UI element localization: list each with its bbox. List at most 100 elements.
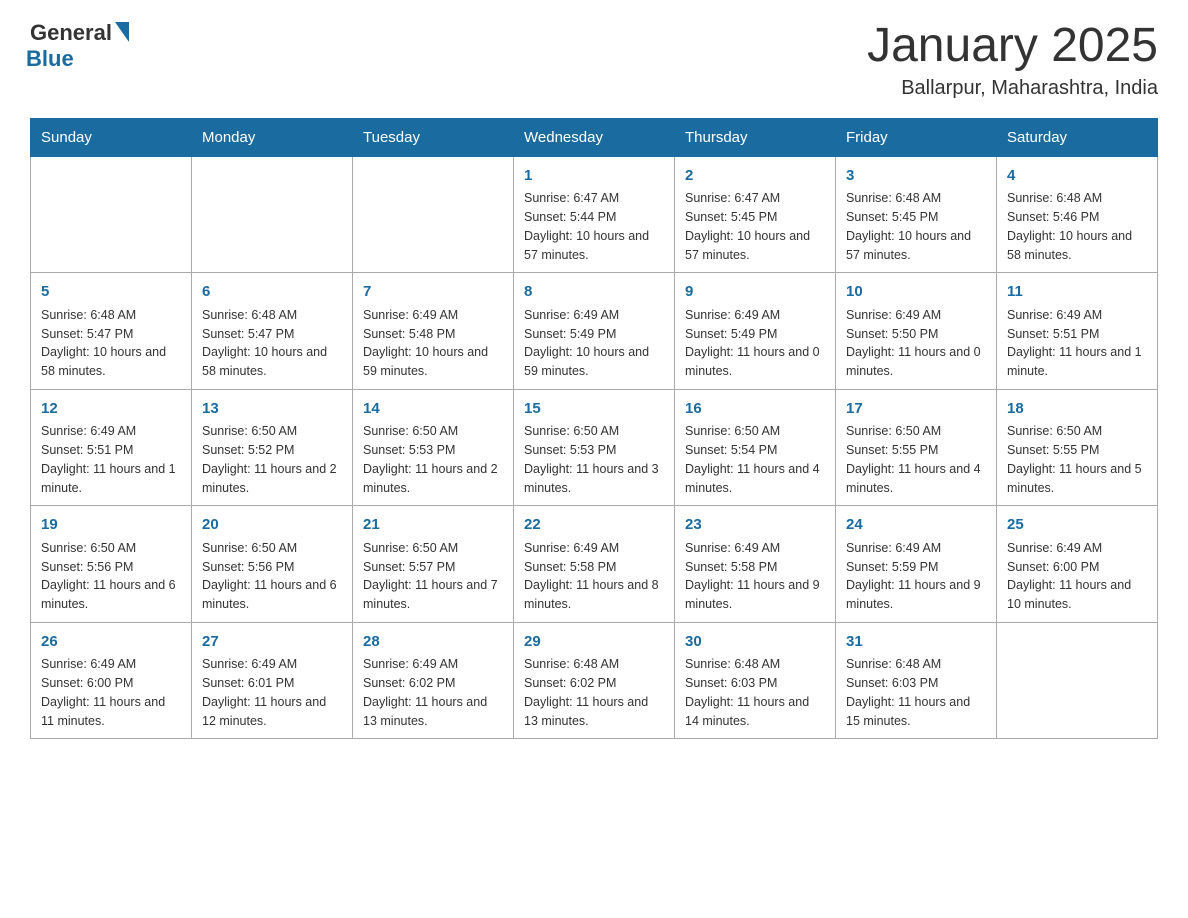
day-number: 8 (524, 281, 664, 304)
calendar-cell: 4Sunrise: 6:48 AM Sunset: 5:46 PM Daylig… (997, 156, 1158, 273)
day-number: 28 (363, 631, 503, 654)
day-number: 23 (685, 514, 825, 537)
day-number: 13 (202, 398, 342, 421)
day-number: 16 (685, 398, 825, 421)
day-number: 22 (524, 514, 664, 537)
calendar-cell: 14Sunrise: 6:50 AM Sunset: 5:53 PM Dayli… (353, 389, 514, 506)
day-info: Sunrise: 6:47 AM Sunset: 5:44 PM Dayligh… (524, 189, 664, 264)
calendar-header-thursday: Thursday (675, 118, 836, 156)
logo-blue-text: Blue (26, 46, 74, 72)
calendar-cell (353, 156, 514, 273)
day-info: Sunrise: 6:49 AM Sunset: 5:48 PM Dayligh… (363, 306, 503, 381)
day-info: Sunrise: 6:48 AM Sunset: 6:02 PM Dayligh… (524, 655, 664, 730)
day-info: Sunrise: 6:49 AM Sunset: 5:58 PM Dayligh… (524, 539, 664, 614)
day-number: 3 (846, 165, 986, 188)
calendar-header-saturday: Saturday (997, 118, 1158, 156)
day-number: 20 (202, 514, 342, 537)
day-info: Sunrise: 6:48 AM Sunset: 6:03 PM Dayligh… (846, 655, 986, 730)
calendar-cell: 15Sunrise: 6:50 AM Sunset: 5:53 PM Dayli… (514, 389, 675, 506)
day-info: Sunrise: 6:49 AM Sunset: 5:50 PM Dayligh… (846, 306, 986, 381)
day-info: Sunrise: 6:50 AM Sunset: 5:56 PM Dayligh… (202, 539, 342, 614)
calendar-week-row: 1Sunrise: 6:47 AM Sunset: 5:44 PM Daylig… (31, 156, 1158, 273)
calendar-cell (31, 156, 192, 273)
calendar-cell: 2Sunrise: 6:47 AM Sunset: 5:45 PM Daylig… (675, 156, 836, 273)
calendar-cell: 30Sunrise: 6:48 AM Sunset: 6:03 PM Dayli… (675, 622, 836, 739)
calendar-cell: 23Sunrise: 6:49 AM Sunset: 5:58 PM Dayli… (675, 506, 836, 623)
day-info: Sunrise: 6:48 AM Sunset: 5:45 PM Dayligh… (846, 189, 986, 264)
title-section: January 2025 Ballarpur, Maharashtra, Ind… (867, 20, 1158, 100)
calendar-cell: 20Sunrise: 6:50 AM Sunset: 5:56 PM Dayli… (192, 506, 353, 623)
calendar-cell: 13Sunrise: 6:50 AM Sunset: 5:52 PM Dayli… (192, 389, 353, 506)
day-number: 10 (846, 281, 986, 304)
day-number: 14 (363, 398, 503, 421)
day-number: 4 (1007, 165, 1147, 188)
day-info: Sunrise: 6:49 AM Sunset: 5:59 PM Dayligh… (846, 539, 986, 614)
calendar-cell: 28Sunrise: 6:49 AM Sunset: 6:02 PM Dayli… (353, 622, 514, 739)
calendar-header-wednesday: Wednesday (514, 118, 675, 156)
day-number: 17 (846, 398, 986, 421)
day-number: 1 (524, 165, 664, 188)
calendar-header-tuesday: Tuesday (353, 118, 514, 156)
calendar-header-friday: Friday (836, 118, 997, 156)
calendar-cell: 27Sunrise: 6:49 AM Sunset: 6:01 PM Dayli… (192, 622, 353, 739)
day-info: Sunrise: 6:50 AM Sunset: 5:55 PM Dayligh… (846, 422, 986, 497)
day-info: Sunrise: 6:50 AM Sunset: 5:55 PM Dayligh… (1007, 422, 1147, 497)
day-info: Sunrise: 6:50 AM Sunset: 5:54 PM Dayligh… (685, 422, 825, 497)
calendar-cell: 9Sunrise: 6:49 AM Sunset: 5:49 PM Daylig… (675, 273, 836, 390)
day-info: Sunrise: 6:50 AM Sunset: 5:57 PM Dayligh… (363, 539, 503, 614)
day-info: Sunrise: 6:50 AM Sunset: 5:53 PM Dayligh… (524, 422, 664, 497)
day-info: Sunrise: 6:47 AM Sunset: 5:45 PM Dayligh… (685, 189, 825, 264)
calendar-cell: 24Sunrise: 6:49 AM Sunset: 5:59 PM Dayli… (836, 506, 997, 623)
calendar-header-row: SundayMondayTuesdayWednesdayThursdayFrid… (31, 118, 1158, 156)
day-info: Sunrise: 6:49 AM Sunset: 5:58 PM Dayligh… (685, 539, 825, 614)
location-title: Ballarpur, Maharashtra, India (867, 77, 1158, 100)
day-info: Sunrise: 6:49 AM Sunset: 6:00 PM Dayligh… (1007, 539, 1147, 614)
day-info: Sunrise: 6:48 AM Sunset: 5:47 PM Dayligh… (41, 306, 181, 381)
day-number: 30 (685, 631, 825, 654)
day-number: 25 (1007, 514, 1147, 537)
calendar-header-monday: Monday (192, 118, 353, 156)
calendar-week-row: 26Sunrise: 6:49 AM Sunset: 6:00 PM Dayli… (31, 622, 1158, 739)
day-number: 15 (524, 398, 664, 421)
calendar-cell: 31Sunrise: 6:48 AM Sunset: 6:03 PM Dayli… (836, 622, 997, 739)
day-info: Sunrise: 6:48 AM Sunset: 6:03 PM Dayligh… (685, 655, 825, 730)
day-info: Sunrise: 6:50 AM Sunset: 5:53 PM Dayligh… (363, 422, 503, 497)
day-info: Sunrise: 6:49 AM Sunset: 6:02 PM Dayligh… (363, 655, 503, 730)
calendar-cell: 21Sunrise: 6:50 AM Sunset: 5:57 PM Dayli… (353, 506, 514, 623)
calendar-cell: 19Sunrise: 6:50 AM Sunset: 5:56 PM Dayli… (31, 506, 192, 623)
calendar-cell: 17Sunrise: 6:50 AM Sunset: 5:55 PM Dayli… (836, 389, 997, 506)
calendar-header-sunday: Sunday (31, 118, 192, 156)
calendar-cell: 22Sunrise: 6:49 AM Sunset: 5:58 PM Dayli… (514, 506, 675, 623)
month-title: January 2025 (867, 20, 1158, 73)
day-info: Sunrise: 6:49 AM Sunset: 6:00 PM Dayligh… (41, 655, 181, 730)
calendar-cell: 1Sunrise: 6:47 AM Sunset: 5:44 PM Daylig… (514, 156, 675, 273)
day-number: 24 (846, 514, 986, 537)
day-info: Sunrise: 6:49 AM Sunset: 5:49 PM Dayligh… (524, 306, 664, 381)
calendar-week-row: 5Sunrise: 6:48 AM Sunset: 5:47 PM Daylig… (31, 273, 1158, 390)
day-info: Sunrise: 6:49 AM Sunset: 5:49 PM Dayligh… (685, 306, 825, 381)
day-number: 6 (202, 281, 342, 304)
calendar-cell: 18Sunrise: 6:50 AM Sunset: 5:55 PM Dayli… (997, 389, 1158, 506)
day-info: Sunrise: 6:48 AM Sunset: 5:46 PM Dayligh… (1007, 189, 1147, 264)
day-info: Sunrise: 6:48 AM Sunset: 5:47 PM Dayligh… (202, 306, 342, 381)
calendar-cell: 6Sunrise: 6:48 AM Sunset: 5:47 PM Daylig… (192, 273, 353, 390)
logo-triangle-icon (115, 22, 129, 42)
day-number: 29 (524, 631, 664, 654)
day-number: 19 (41, 514, 181, 537)
day-number: 27 (202, 631, 342, 654)
calendar-cell: 7Sunrise: 6:49 AM Sunset: 5:48 PM Daylig… (353, 273, 514, 390)
day-info: Sunrise: 6:50 AM Sunset: 5:56 PM Dayligh… (41, 539, 181, 614)
calendar-week-row: 19Sunrise: 6:50 AM Sunset: 5:56 PM Dayli… (31, 506, 1158, 623)
day-number: 31 (846, 631, 986, 654)
calendar-cell: 10Sunrise: 6:49 AM Sunset: 5:50 PM Dayli… (836, 273, 997, 390)
day-number: 9 (685, 281, 825, 304)
day-number: 12 (41, 398, 181, 421)
day-number: 26 (41, 631, 181, 654)
calendar-cell: 12Sunrise: 6:49 AM Sunset: 5:51 PM Dayli… (31, 389, 192, 506)
calendar-cell (192, 156, 353, 273)
logo: General Blue (30, 20, 129, 72)
calendar-cell: 5Sunrise: 6:48 AM Sunset: 5:47 PM Daylig… (31, 273, 192, 390)
day-number: 2 (685, 165, 825, 188)
calendar-table: SundayMondayTuesdayWednesdayThursdayFrid… (30, 118, 1158, 740)
day-info: Sunrise: 6:49 AM Sunset: 5:51 PM Dayligh… (1007, 306, 1147, 381)
